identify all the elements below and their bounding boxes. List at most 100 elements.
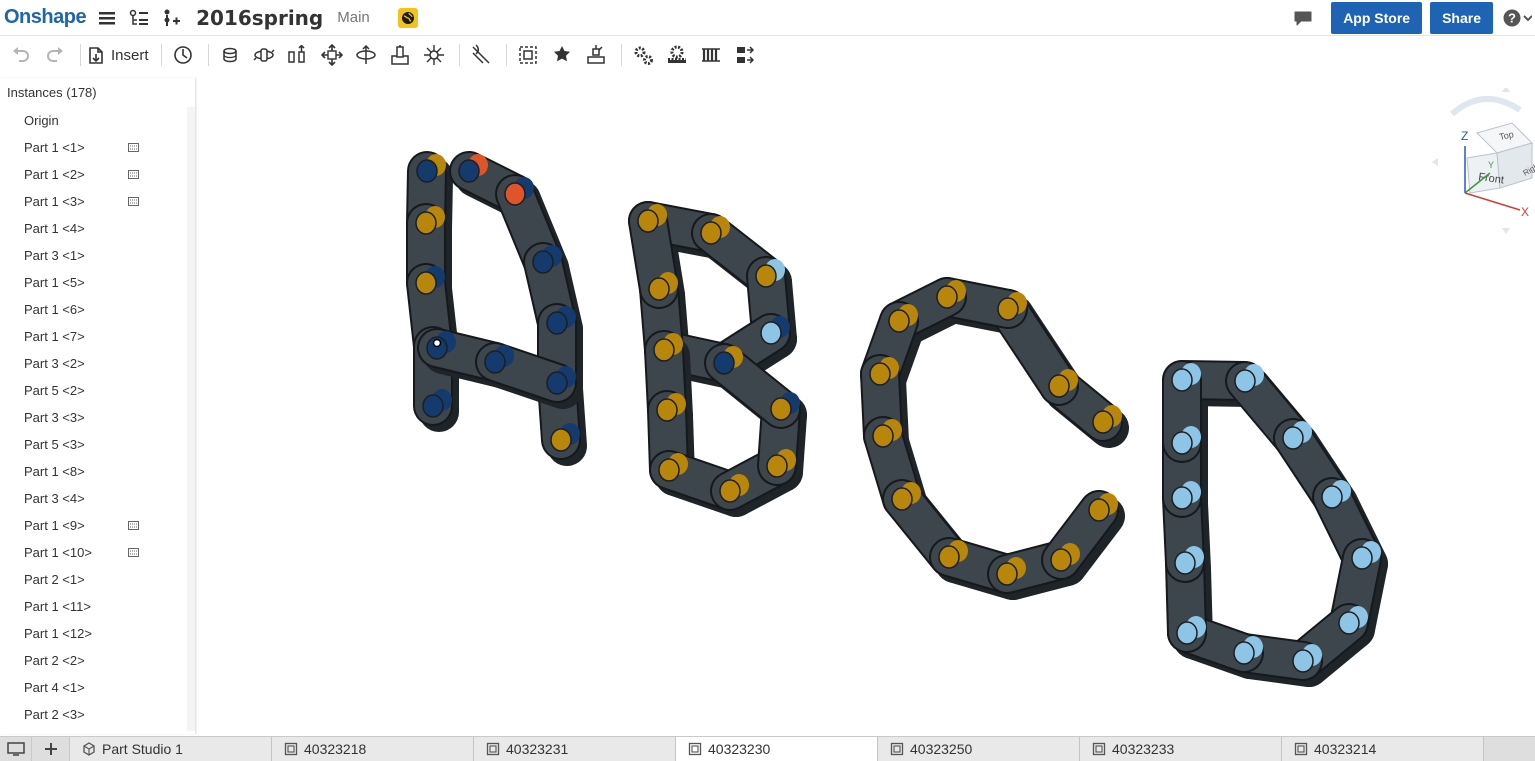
screw-relation-icon[interactable] <box>696 40 726 70</box>
top-bar: Onshape 2016spring Main App Store Share … <box>0 0 1535 36</box>
app-store-button[interactable]: App Store <box>1331 1 1423 34</box>
chain-pin <box>1171 486 1193 510</box>
menu-icon[interactable] <box>96 7 118 29</box>
pin-slot-mate-icon[interactable] <box>385 40 415 70</box>
instance-label: Part 1 <10> <box>24 545 92 560</box>
public-globe-icon[interactable] <box>397 7 418 28</box>
instance-row[interactable]: Part 1 <4> <box>0 215 188 242</box>
tab-40323218[interactable]: 40323218 <box>272 737 474 761</box>
tab-label: 40323231 <box>506 741 569 757</box>
redo-icon[interactable] <box>40 40 70 70</box>
cylindrical-mate-icon[interactable] <box>351 40 381 70</box>
tab-label: 40323233 <box>1112 741 1175 757</box>
assembly-icon <box>890 742 904 756</box>
revolute-mate-icon[interactable] <box>249 40 279 70</box>
instance-row[interactable]: Part 3 <2> <box>0 350 188 377</box>
letter-a-left-strand[interactable] <box>406 151 459 432</box>
instance-row[interactable]: Part 1 <2> <box>0 161 188 188</box>
undo-icon[interactable] <box>6 40 36 70</box>
instance-row[interactable]: Part 5 <2> <box>0 377 188 404</box>
instance-row[interactable]: Part 1 <6> <box>0 296 188 323</box>
chain-assembly-model[interactable] <box>197 78 1535 734</box>
letter-d-outline[interactable] <box>1162 360 1388 687</box>
view-cube-rotate-ring[interactable] <box>1450 95 1522 117</box>
assembly-icon <box>688 742 702 756</box>
insert-button[interactable]: Insert <box>87 45 149 65</box>
help-icon[interactable]: ? <box>1499 2 1535 34</box>
view-cube[interactable]: Top Front Right Z X Y <box>1432 86 1535 238</box>
instance-row[interactable]: Part 1 <7> <box>0 323 188 350</box>
letter-c-arc[interactable] <box>860 277 1129 600</box>
chain-pin <box>997 297 1019 321</box>
feature-list-icon[interactable] <box>128 7 150 29</box>
share-button[interactable]: Share <box>1430 1 1493 34</box>
display-icon[interactable] <box>0 737 32 761</box>
document-title[interactable]: 2016spring <box>196 6 323 30</box>
chain-pin <box>1174 551 1196 575</box>
instance-row[interactable]: Origin <box>0 107 188 134</box>
instance-row[interactable]: Part 1 <3> <box>0 188 188 215</box>
part-studio-icon <box>83 742 95 756</box>
branch-label[interactable]: Main <box>337 9 370 26</box>
chain-pin <box>869 362 891 386</box>
instance-row[interactable]: Part 5 <3> <box>0 431 188 458</box>
tab-40323250[interactable]: 40323250 <box>878 737 1080 761</box>
chain-pin <box>1234 369 1256 393</box>
tab-40323233[interactable]: 40323233 <box>1080 737 1282 761</box>
explode-icon[interactable] <box>581 40 611 70</box>
instances-scrollbar[interactable] <box>187 107 195 731</box>
instance-row[interactable]: Part 1 <10> <box>0 539 188 566</box>
chain-pin <box>658 458 680 482</box>
chat-icon[interactable] <box>1291 6 1315 30</box>
chain-pin <box>1338 611 1360 635</box>
instance-row[interactable]: Part 3 <3> <box>0 404 188 431</box>
instance-row[interactable]: Part 1 <11> <box>0 593 188 620</box>
instance-row[interactable]: Part 3 <1> <box>0 242 188 269</box>
slider-mate-icon[interactable] <box>283 40 313 70</box>
view-cube-arrow-down[interactable] <box>1502 228 1510 234</box>
replicate-icon[interactable] <box>547 40 577 70</box>
instance-row[interactable]: Part 1 <5> <box>0 269 188 296</box>
fastened-mate-icon[interactable] <box>215 40 245 70</box>
ball-mate-icon[interactable] <box>419 40 449 70</box>
tab-label: 40323230 <box>708 741 771 757</box>
instance-row[interactable]: Part 3 <4> <box>0 485 188 512</box>
view-cube-arrow-up[interactable] <box>1502 86 1510 92</box>
instance-row[interactable]: Part 2 <3> <box>0 701 188 728</box>
instance-row[interactable]: Part 1 <12> <box>0 620 188 647</box>
add-branch-icon[interactable] <box>160 7 182 29</box>
tab-40323230[interactable]: 40323230 <box>676 737 878 761</box>
rack-pinion-icon[interactable] <box>662 40 692 70</box>
chain-pin <box>938 545 960 569</box>
instance-row[interactable]: Part 2 <2> <box>0 647 188 674</box>
chain-pin <box>719 479 741 503</box>
chain-pin <box>1176 621 1198 645</box>
instance-row[interactable]: Part 1 <9> <box>0 512 188 539</box>
instance-label: Part 1 <9> <box>24 518 85 533</box>
tangent-mate-icon[interactable] <box>466 40 496 70</box>
gear-relation-icon[interactable] <box>628 40 658 70</box>
group-icon[interactable] <box>513 40 543 70</box>
view-cube-arrow-left[interactable] <box>1432 158 1438 166</box>
instance-label: Part 1 <4> <box>24 221 85 236</box>
chain-pin <box>1351 546 1373 570</box>
instance-row[interactable]: Part 1 <1> <box>0 134 188 161</box>
instance-row[interactable]: Part 4 <1> <box>0 674 188 701</box>
linear-relation-icon[interactable] <box>730 40 760 70</box>
chain-pin <box>546 311 568 335</box>
graphics-viewport[interactable] <box>197 78 1535 734</box>
tab-part-studio-1[interactable]: Part Studio 1 <box>70 737 272 761</box>
instance-row[interactable]: Part 1 <8> <box>0 458 188 485</box>
instance-row[interactable]: Part 2 <1> <box>0 566 188 593</box>
add-tab-icon[interactable] <box>32 737 70 761</box>
toolbar-divider <box>505 44 507 66</box>
chain-pin <box>888 309 910 333</box>
planar-mate-icon[interactable] <box>317 40 347 70</box>
tab-40323231[interactable]: 40323231 <box>474 737 676 761</box>
tab-label: 40323214 <box>1314 741 1377 757</box>
onshape-logo[interactable]: Onshape <box>4 6 87 29</box>
chain-pin <box>415 271 437 295</box>
chain-pin <box>550 428 572 452</box>
mate-connector-icon[interactable] <box>168 40 198 70</box>
tab-40323214[interactable]: 40323214 <box>1282 737 1484 761</box>
